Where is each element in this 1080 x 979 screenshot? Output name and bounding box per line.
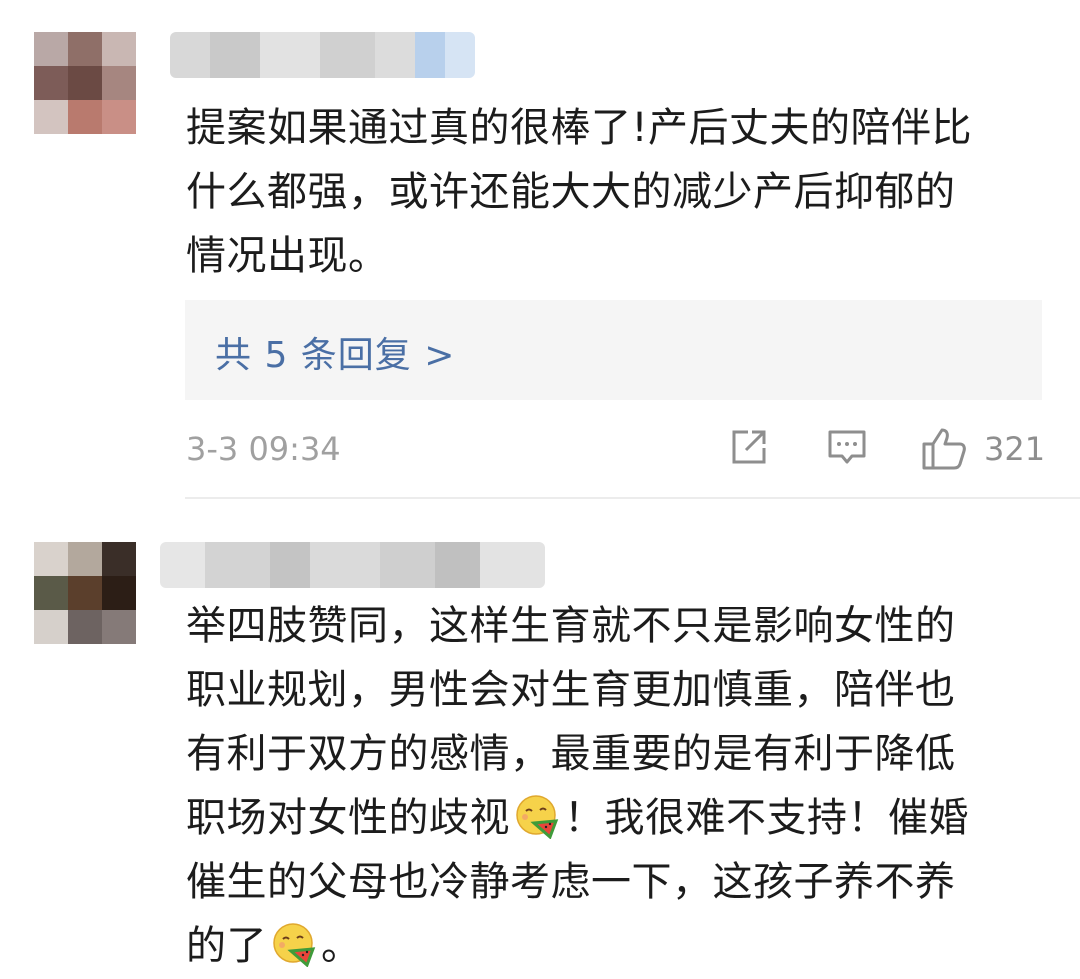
avatar[interactable] [34, 542, 136, 644]
comment-text-line: 的了 。 [186, 914, 1046, 978]
view-replies-link[interactable]: 共 5 条回复 > [215, 326, 455, 378]
comment-icon [828, 430, 866, 464]
comment-text-line: 情况出现。 [186, 233, 389, 279]
text-segment: 的了 [186, 923, 267, 969]
like-icon [922, 428, 966, 470]
comment-button[interactable] [826, 426, 868, 472]
username-blurred[interactable] [160, 542, 545, 588]
comment-item: 举四肢赞同，这样生育就不只是影响女性的 职业规划，男性会对生育更加慎重，陪伴也 … [0, 500, 1080, 979]
comment-timestamp: 3-3 09:34 [186, 430, 341, 468]
like-button[interactable] [920, 424, 968, 476]
like-count: 321 [984, 430, 1046, 468]
share-button[interactable] [728, 426, 770, 472]
comment-text-line: 举四肢赞同，这样生育就不只是影响女性的 [186, 603, 956, 649]
avatar[interactable] [34, 32, 136, 134]
divider [185, 497, 1080, 499]
comment-text: 举四肢赞同，这样生育就不只是影响女性的 职业规划，男性会对生育更加慎重，陪伴也 … [186, 594, 1046, 978]
share-icon [732, 430, 766, 464]
comment-text-line: 提案如果通过真的很棒了!产后丈夫的陪伴比 [186, 105, 973, 151]
text-segment: 。 [321, 923, 362, 969]
eating-watermelon-emoji-icon [516, 795, 559, 839]
comment-item: 提案如果通过真的很棒了!产后丈夫的陪伴比 什么都强，或许还能大大的减少产后抑郁的… [0, 0, 1080, 500]
comment-text: 提案如果通过真的很棒了!产后丈夫的陪伴比 什么都强，或许还能大大的减少产后抑郁的… [186, 96, 1046, 288]
replies-panel[interactable]: 共 5 条回复 > [185, 300, 1042, 400]
comment-text-line: 职场对女性的歧视 ！我很难不支持！催婚 [186, 786, 1046, 850]
text-segment: ！我很难不支持！催婚 [564, 795, 969, 841]
username-blurred[interactable] [170, 32, 475, 78]
comment-text-line: 有利于双方的感情，最重要的是有利于降低 [186, 731, 956, 777]
text-segment: 职场对女性的歧视 [186, 795, 510, 841]
comment-text-line: 催生的父母也冷静考虑一下，这孩子养不养 [186, 859, 956, 905]
eating-watermelon-emoji-icon [273, 923, 316, 967]
comment-text-line: 什么都强，或许还能大大的减少产后抑郁的 [186, 169, 956, 215]
comment-text-line: 职业规划，男性会对生育更加慎重，陪伴也 [186, 667, 956, 713]
